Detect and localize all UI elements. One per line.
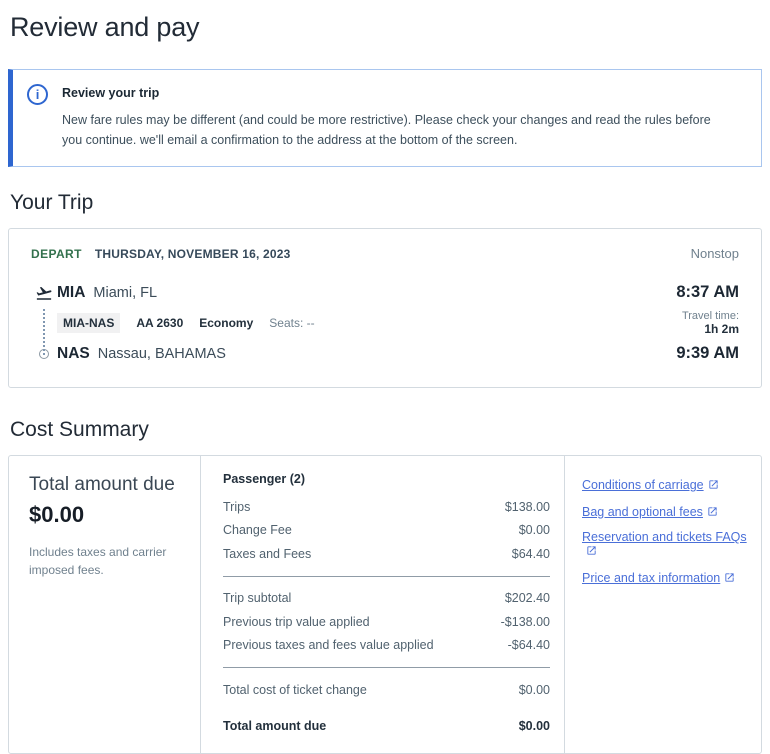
trip-header: DEPART THURSDAY, NOVEMBER 16, 2023 Nonst…: [31, 246, 739, 261]
cost-row-value: $0.00: [519, 683, 550, 697]
total-due-note: Includes taxes and carrier imposed fees.: [29, 543, 184, 579]
cabin-class: Economy: [199, 316, 253, 330]
segment-details: MIA-NAS AA 2630 Economy Seats: --: [57, 313, 315, 333]
cost-row-value: $64.40: [512, 547, 550, 561]
cost-row-label: Trips: [223, 500, 250, 514]
cost-row-value: $202.40: [505, 591, 550, 605]
cost-row: Previous taxes and fees value applied -$…: [223, 638, 550, 652]
cost-summary-card: Total amount due $0.00 Includes taxes an…: [8, 455, 762, 754]
depart-date: THURSDAY, NOVEMBER 16, 2023: [95, 247, 291, 261]
cost-row-value: $138.00: [505, 500, 550, 514]
destination-code: NAS: [57, 345, 90, 363]
cost-row-label: Taxes and Fees: [223, 547, 311, 561]
destination-row: NAS Nassau, BAHAMAS 9:39 AM: [31, 344, 739, 363]
cost-row: Trip subtotal $202.40: [223, 591, 550, 605]
departure-time: 8:37 AM: [676, 283, 739, 302]
external-link-icon: [586, 545, 597, 556]
link-row: Bag and optional fees: [582, 503, 749, 521]
alert-title: Review your trip: [62, 86, 743, 100]
cost-row-label: Trip subtotal: [223, 591, 291, 605]
cost-row-label: Previous taxes and fees value applied: [223, 638, 434, 652]
cost-row-value: -$64.40: [508, 638, 550, 652]
total-row-label: Total amount due: [223, 719, 326, 733]
total-due-value: $0.00: [29, 502, 184, 528]
cost-row: Total cost of ticket change $0.00: [223, 683, 550, 697]
info-links-panel: Conditions of carriage Bag and optional …: [565, 456, 761, 753]
origin-row: MIA Miami, FL 8:37 AM: [31, 283, 739, 302]
link-label: Bag and optional fees: [582, 505, 703, 519]
link-label: Reservation and tickets FAQs: [582, 530, 747, 544]
travel-time-value: 1h 2m: [682, 322, 739, 336]
total-amount-due-row: Total amount due $0.00: [223, 719, 550, 733]
bag-optional-fees-link[interactable]: Bag and optional fees: [582, 505, 718, 519]
link-row: Reservation and tickets FAQs: [582, 530, 749, 560]
cost-row-label: Change Fee: [223, 523, 292, 537]
price-tax-information-link[interactable]: Price and tax information: [582, 571, 735, 585]
origin-code: MIA: [57, 284, 85, 302]
flight-number: AA 2630: [136, 316, 183, 330]
alert-content: Review your trip New fare rules may be d…: [62, 83, 743, 150]
alert-body: New fare rules may be different (and cou…: [62, 110, 743, 150]
route-chip: MIA-NAS: [57, 313, 120, 333]
total-due-label: Total amount due: [29, 474, 184, 496]
arrival-time: 9:39 AM: [676, 344, 739, 363]
external-link-icon: [707, 506, 718, 517]
travel-time-label: Travel time:: [682, 310, 739, 322]
itinerary: MIA Miami, FL 8:37 AM MIA-NAS AA 2630 Ec…: [31, 283, 739, 363]
stops-badge: Nonstop: [691, 246, 739, 261]
cost-row: Previous trip value applied -$138.00: [223, 615, 550, 629]
cost-summary-heading: Cost Summary: [10, 418, 762, 442]
info-icon: i: [27, 84, 48, 105]
external-link-icon: [724, 572, 735, 583]
link-row: Price and tax information: [582, 569, 749, 587]
cost-row: Trips $138.00: [223, 500, 550, 514]
travel-time-block: Travel time: 1h 2m: [682, 310, 739, 336]
total-due-panel: Total amount due $0.00 Includes taxes an…: [9, 456, 201, 753]
cost-breakdown-panel: Passenger (2) Trips $138.00 Change Fee $…: [201, 456, 565, 753]
review-trip-alert: i Review your trip New fare rules may be…: [8, 69, 762, 167]
passenger-header: Passenger (2): [223, 472, 550, 486]
cost-row: Change Fee $0.00: [223, 523, 550, 537]
external-link-icon: [708, 479, 719, 490]
origin-city: Miami, FL: [93, 285, 157, 301]
seats-label: Seats: --: [269, 316, 314, 330]
link-row: Conditions of carriage: [582, 476, 749, 494]
divider: [223, 576, 550, 577]
depart-label: DEPART: [31, 247, 82, 261]
conditions-of-carriage-link[interactable]: Conditions of carriage: [582, 478, 719, 492]
route-dotted-line: [43, 309, 45, 355]
segment-row: MIA-NAS AA 2630 Economy Seats: -- Travel…: [31, 302, 739, 344]
divider: [223, 667, 550, 668]
destination-city: Nassau, BAHAMAS: [98, 346, 226, 362]
cost-row: Taxes and Fees $64.40: [223, 547, 550, 561]
cost-row-label: Previous trip value applied: [223, 615, 370, 629]
flight-takeoff-icon: [31, 284, 57, 302]
your-trip-heading: Your Trip: [10, 191, 762, 215]
link-label: Conditions of carriage: [582, 478, 704, 492]
link-label: Price and tax information: [582, 571, 720, 585]
cost-row-label: Total cost of ticket change: [223, 683, 367, 697]
total-row-value: $0.00: [519, 719, 550, 733]
trip-card: DEPART THURSDAY, NOVEMBER 16, 2023 Nonst…: [8, 228, 762, 388]
cost-row-value: -$138.00: [501, 615, 550, 629]
cost-row-value: $0.00: [519, 523, 550, 537]
page-title: Review and pay: [10, 12, 762, 43]
reservation-tickets-faqs-link[interactable]: Reservation and tickets FAQs: [582, 530, 749, 558]
